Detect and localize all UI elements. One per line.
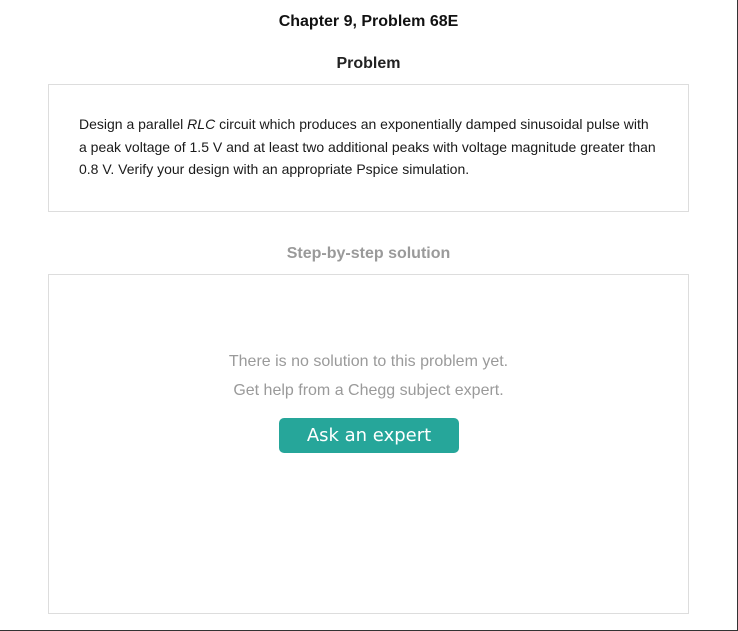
problem-heading: Problem bbox=[336, 55, 401, 72]
problem-text-italic: RLC bbox=[187, 116, 216, 132]
problem-text-part1: Design a parallel bbox=[79, 116, 188, 132]
solution-heading: Step-by-step solution bbox=[286, 245, 451, 262]
problem-box: Design a parallel RLC circuit which prod… bbox=[48, 84, 689, 212]
ask-expert-button[interactable]: Ask an expert bbox=[279, 418, 459, 453]
page-frame: Chapter 9, Problem 68E Problem Design a … bbox=[0, 0, 738, 631]
no-solution-message: There is no solution to this problem yet… bbox=[228, 353, 509, 370]
problem-text: Design a parallel RLC circuit which prod… bbox=[79, 113, 658, 181]
solution-box: There is no solution to this problem yet… bbox=[48, 274, 689, 614]
expert-help-message: Get help from a Chegg subject expert. bbox=[233, 382, 504, 399]
chapter-title: Chapter 9, Problem 68E bbox=[278, 13, 459, 30]
